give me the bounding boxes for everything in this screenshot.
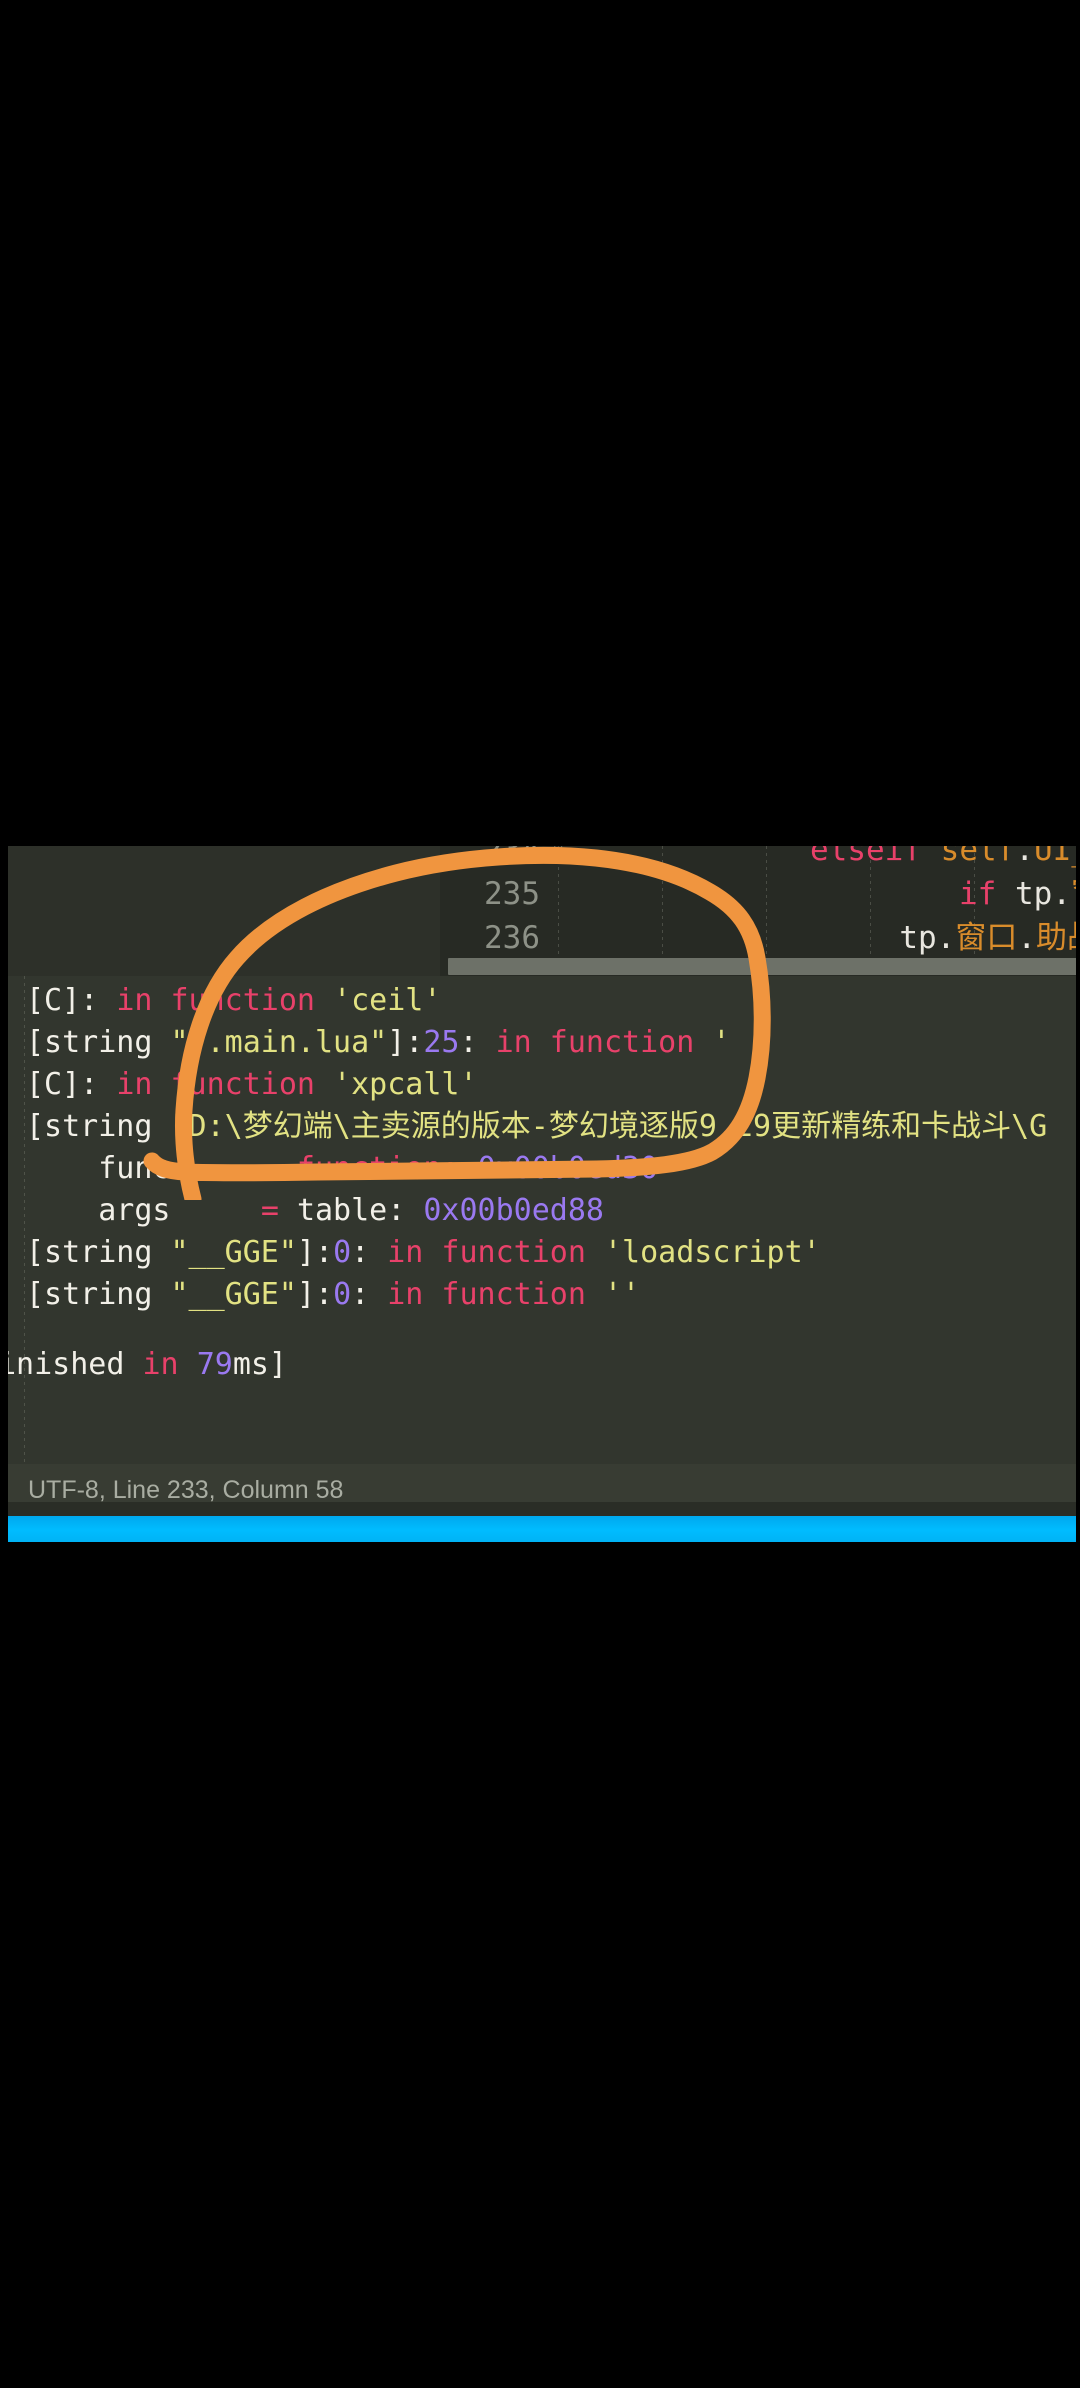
line-number: 234: [484, 846, 540, 868]
console-line-finished: inished in 79ms]: [8, 1347, 287, 1382]
code-line-text: if tp.窗: [959, 876, 1076, 912]
console-line: [C]: in function 'ceil': [26, 983, 442, 1018]
console-line: [string "__GGE"]:0: in function '': [26, 1277, 641, 1312]
code-content-area[interactable]: 234 ˅ elseif self.UI_ 235 if tp.窗 236 tp…: [440, 846, 1076, 976]
line-number: 235: [484, 876, 540, 912]
console-line: [string "D:\梦幻端\主卖源的版本-梦幻境逐版9.29更新精练和卡战斗…: [26, 1109, 1048, 1144]
console-line: [string "__GGE"]:0: in function 'loadscr…: [26, 1235, 821, 1270]
build-output-console[interactable]: [C]: in function 'ceil' [string "..main.…: [8, 976, 1076, 1464]
console-line: [string "..main.lua"]:25: in function ': [26, 1025, 731, 1060]
code-editor-pane[interactable]: 234 ˅ elseif self.UI_ 235 if tp.窗 236 tp…: [8, 846, 1076, 976]
console-line: func = function: 0x00b0ed30: [26, 1151, 659, 1186]
captured-app-window: 234 ˅ elseif self.UI_ 235 if tp.窗 236 tp…: [8, 846, 1076, 1542]
code-line-text: tp.窗口.助战: [899, 920, 1076, 956]
console-indent-guide: [24, 976, 25, 1464]
code-line[interactable]: 235 if tp.窗: [440, 872, 1076, 916]
console-line: args = table: 0x00b0ed88: [26, 1193, 604, 1228]
horizontal-scrollbar[interactable]: [448, 958, 1076, 975]
code-line[interactable]: 236 tp.窗口.助战: [440, 916, 1076, 960]
code-line[interactable]: 234 ˅ elseif self.UI_: [440, 846, 1076, 872]
code-line-text: elseif self.UI_: [810, 846, 1076, 868]
editor-left-panel: [8, 846, 440, 976]
statusbar-shadow: [8, 1502, 1076, 1516]
bottom-accent-bar: [8, 1516, 1076, 1542]
line-number: 236: [484, 920, 540, 956]
chevron-down-icon[interactable]: ˅: [552, 846, 564, 872]
console-line: [C]: in function 'xpcall': [26, 1067, 478, 1102]
